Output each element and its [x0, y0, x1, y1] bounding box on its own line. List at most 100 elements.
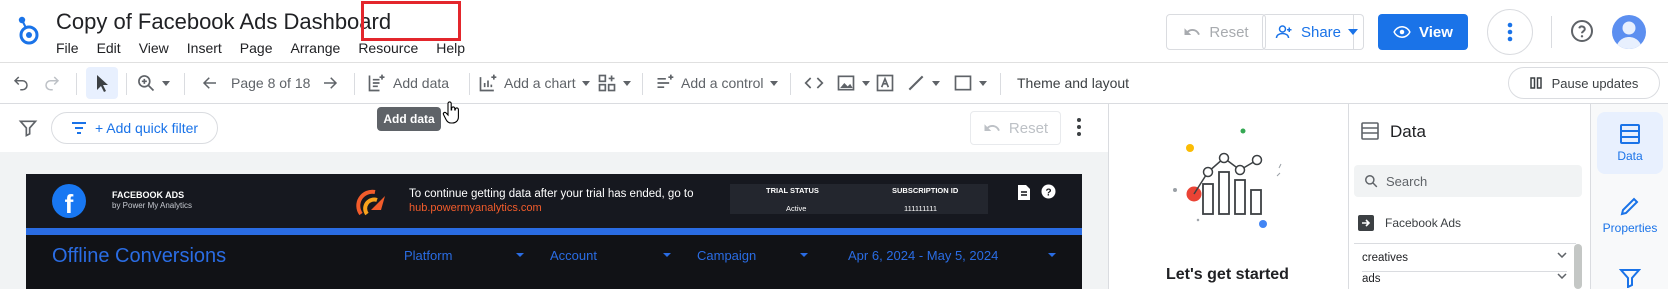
page-indicator[interactable]: Page 8 of 18: [231, 63, 310, 103]
toolbar-divider: [184, 73, 185, 95]
line-button[interactable]: [906, 63, 940, 103]
text-box-icon: [876, 74, 894, 92]
theme-layout-button[interactable]: Theme and layout: [1017, 63, 1129, 103]
panel-divider: [1348, 104, 1349, 289]
table-name: creatives: [1362, 252, 1409, 264]
add-control-label: Add a control: [681, 75, 764, 91]
header-divider: [1551, 16, 1552, 48]
add-chart-button[interactable]: Add a chart: [478, 63, 590, 103]
shape-button[interactable]: [953, 63, 987, 103]
image-button[interactable]: [836, 63, 870, 103]
list-divider: [1362, 271, 1567, 272]
add-data-highlight-box: [361, 1, 461, 41]
list-item[interactable]: creatives: [1362, 252, 1567, 264]
platform-control[interactable]: Platform: [404, 248, 452, 263]
report-brand-subtitle: by Power My Analytics: [112, 201, 193, 210]
subscription-id-header: SUBSCRIPTION ID: [892, 186, 959, 195]
menu-bar: File Edit View Insert Page Arrange Resou…: [56, 40, 474, 56]
account-control[interactable]: Account: [550, 248, 597, 263]
add-data-tooltip: Add data: [377, 107, 441, 131]
add-control-button[interactable]: Add a control: [655, 63, 778, 103]
share-options-button[interactable]: [1342, 14, 1364, 50]
text-box-button[interactable]: [875, 63, 895, 103]
select-tool-button[interactable]: [86, 67, 118, 99]
add-data-label: Add data: [393, 75, 450, 91]
add-quick-filter-button[interactable]: + Add quick filter: [51, 112, 218, 144]
caret-down-icon: [663, 253, 671, 257]
caret-down-icon: [581, 80, 590, 86]
add-data-button[interactable]: Add data: [367, 63, 449, 103]
menu-edit[interactable]: Edit: [88, 40, 130, 56]
menu-insert[interactable]: Insert: [178, 40, 231, 56]
menu-page[interactable]: Page: [231, 40, 282, 56]
campaign-control[interactable]: Campaign: [697, 248, 756, 263]
zoom-icon: [138, 75, 155, 92]
add-component-button[interactable]: [597, 63, 631, 103]
report-accent-bar: [26, 228, 1082, 235]
next-page-button[interactable]: [321, 63, 339, 103]
facebook-logo-icon: f: [52, 184, 86, 218]
chart-illustration-icon: [1165, 124, 1285, 242]
trial-link[interactable]: hub.powermyanalytics.com: [409, 202, 542, 214]
share-button[interactable]: Share: [1262, 14, 1354, 50]
rail-properties-button[interactable]: Properties: [1597, 195, 1663, 245]
rail-data-button[interactable]: Data: [1597, 112, 1663, 174]
filter-more-options-button[interactable]: [1076, 117, 1082, 137]
avatar[interactable]: [1612, 15, 1646, 49]
view-label: View: [1419, 23, 1453, 41]
date-range-control[interactable]: Apr 6, 2024 - May 5, 2024: [848, 248, 998, 263]
data-panel-title: Data: [1390, 122, 1426, 141]
add-data-icon: [368, 74, 385, 92]
menu-arrange[interactable]: Arrange: [282, 40, 350, 56]
svg-text:?: ?: [1045, 187, 1051, 198]
panel-divider: [1108, 104, 1109, 289]
data-search-input[interactable]: Search: [1354, 165, 1582, 197]
data-source-name[interactable]: Facebook Ads: [1385, 216, 1461, 230]
redo-button[interactable]: [43, 63, 61, 103]
view-button[interactable]: View: [1378, 14, 1468, 50]
more-options-button[interactable]: [1487, 9, 1533, 55]
zoom-button[interactable]: [136, 63, 170, 103]
toolbar-divider: [354, 73, 355, 95]
menu-view[interactable]: View: [130, 40, 178, 56]
menu-help[interactable]: Help: [427, 40, 474, 56]
reset-filters-button[interactable]: Reset: [970, 111, 1061, 145]
undo-icon: [13, 76, 28, 91]
document-icon[interactable]: [1018, 185, 1030, 200]
rail-filter-button[interactable]: [1597, 268, 1663, 288]
menu-file[interactable]: File: [56, 40, 88, 56]
toolbar-divider: [76, 73, 77, 95]
document-title[interactable]: Copy of Facebook Ads Dashboard: [56, 9, 391, 35]
eye-icon: [1393, 25, 1411, 39]
looker-studio-logo[interactable]: [14, 12, 42, 46]
menu-resource[interactable]: Resource: [349, 40, 427, 56]
caret-down-icon: [1347, 29, 1358, 35]
reset-button[interactable]: Reset: [1166, 14, 1266, 50]
embed-url-button[interactable]: [803, 63, 825, 103]
share-label: Share: [1300, 23, 1342, 41]
scrollbar[interactable]: [1574, 244, 1582, 289]
undo-icon: [1184, 28, 1201, 35]
search-icon: [1365, 175, 1378, 188]
code-icon: [804, 77, 824, 89]
hand-cursor-icon: [442, 100, 462, 124]
previous-page-button[interactable]: [201, 63, 219, 103]
table-name: ads: [1362, 273, 1381, 285]
database-icon: [1360, 121, 1380, 141]
rail-data-label: Data: [1617, 149, 1643, 163]
filter-icon[interactable]: [18, 118, 38, 138]
toolbar: Page 8 of 18 Add data Add a chart Add a …: [0, 62, 1668, 104]
pause-updates-button[interactable]: Pause updates: [1508, 67, 1660, 99]
undo-icon: [984, 124, 1000, 131]
help-icon[interactable]: [1570, 19, 1594, 43]
report-help-icon[interactable]: ?: [1041, 184, 1056, 199]
add-person-icon: [1275, 25, 1292, 39]
report-brand-title: FACEBOOK ADS: [112, 190, 185, 200]
rail-properties-label: Properties: [1602, 221, 1658, 235]
caret-down-icon: [932, 80, 940, 86]
arrow-right-icon: [324, 77, 338, 89]
filter-list-icon: [71, 122, 86, 134]
list-item[interactable]: ads: [1362, 273, 1567, 285]
undo-button[interactable]: [12, 63, 30, 103]
caret-down-icon: [862, 80, 870, 86]
